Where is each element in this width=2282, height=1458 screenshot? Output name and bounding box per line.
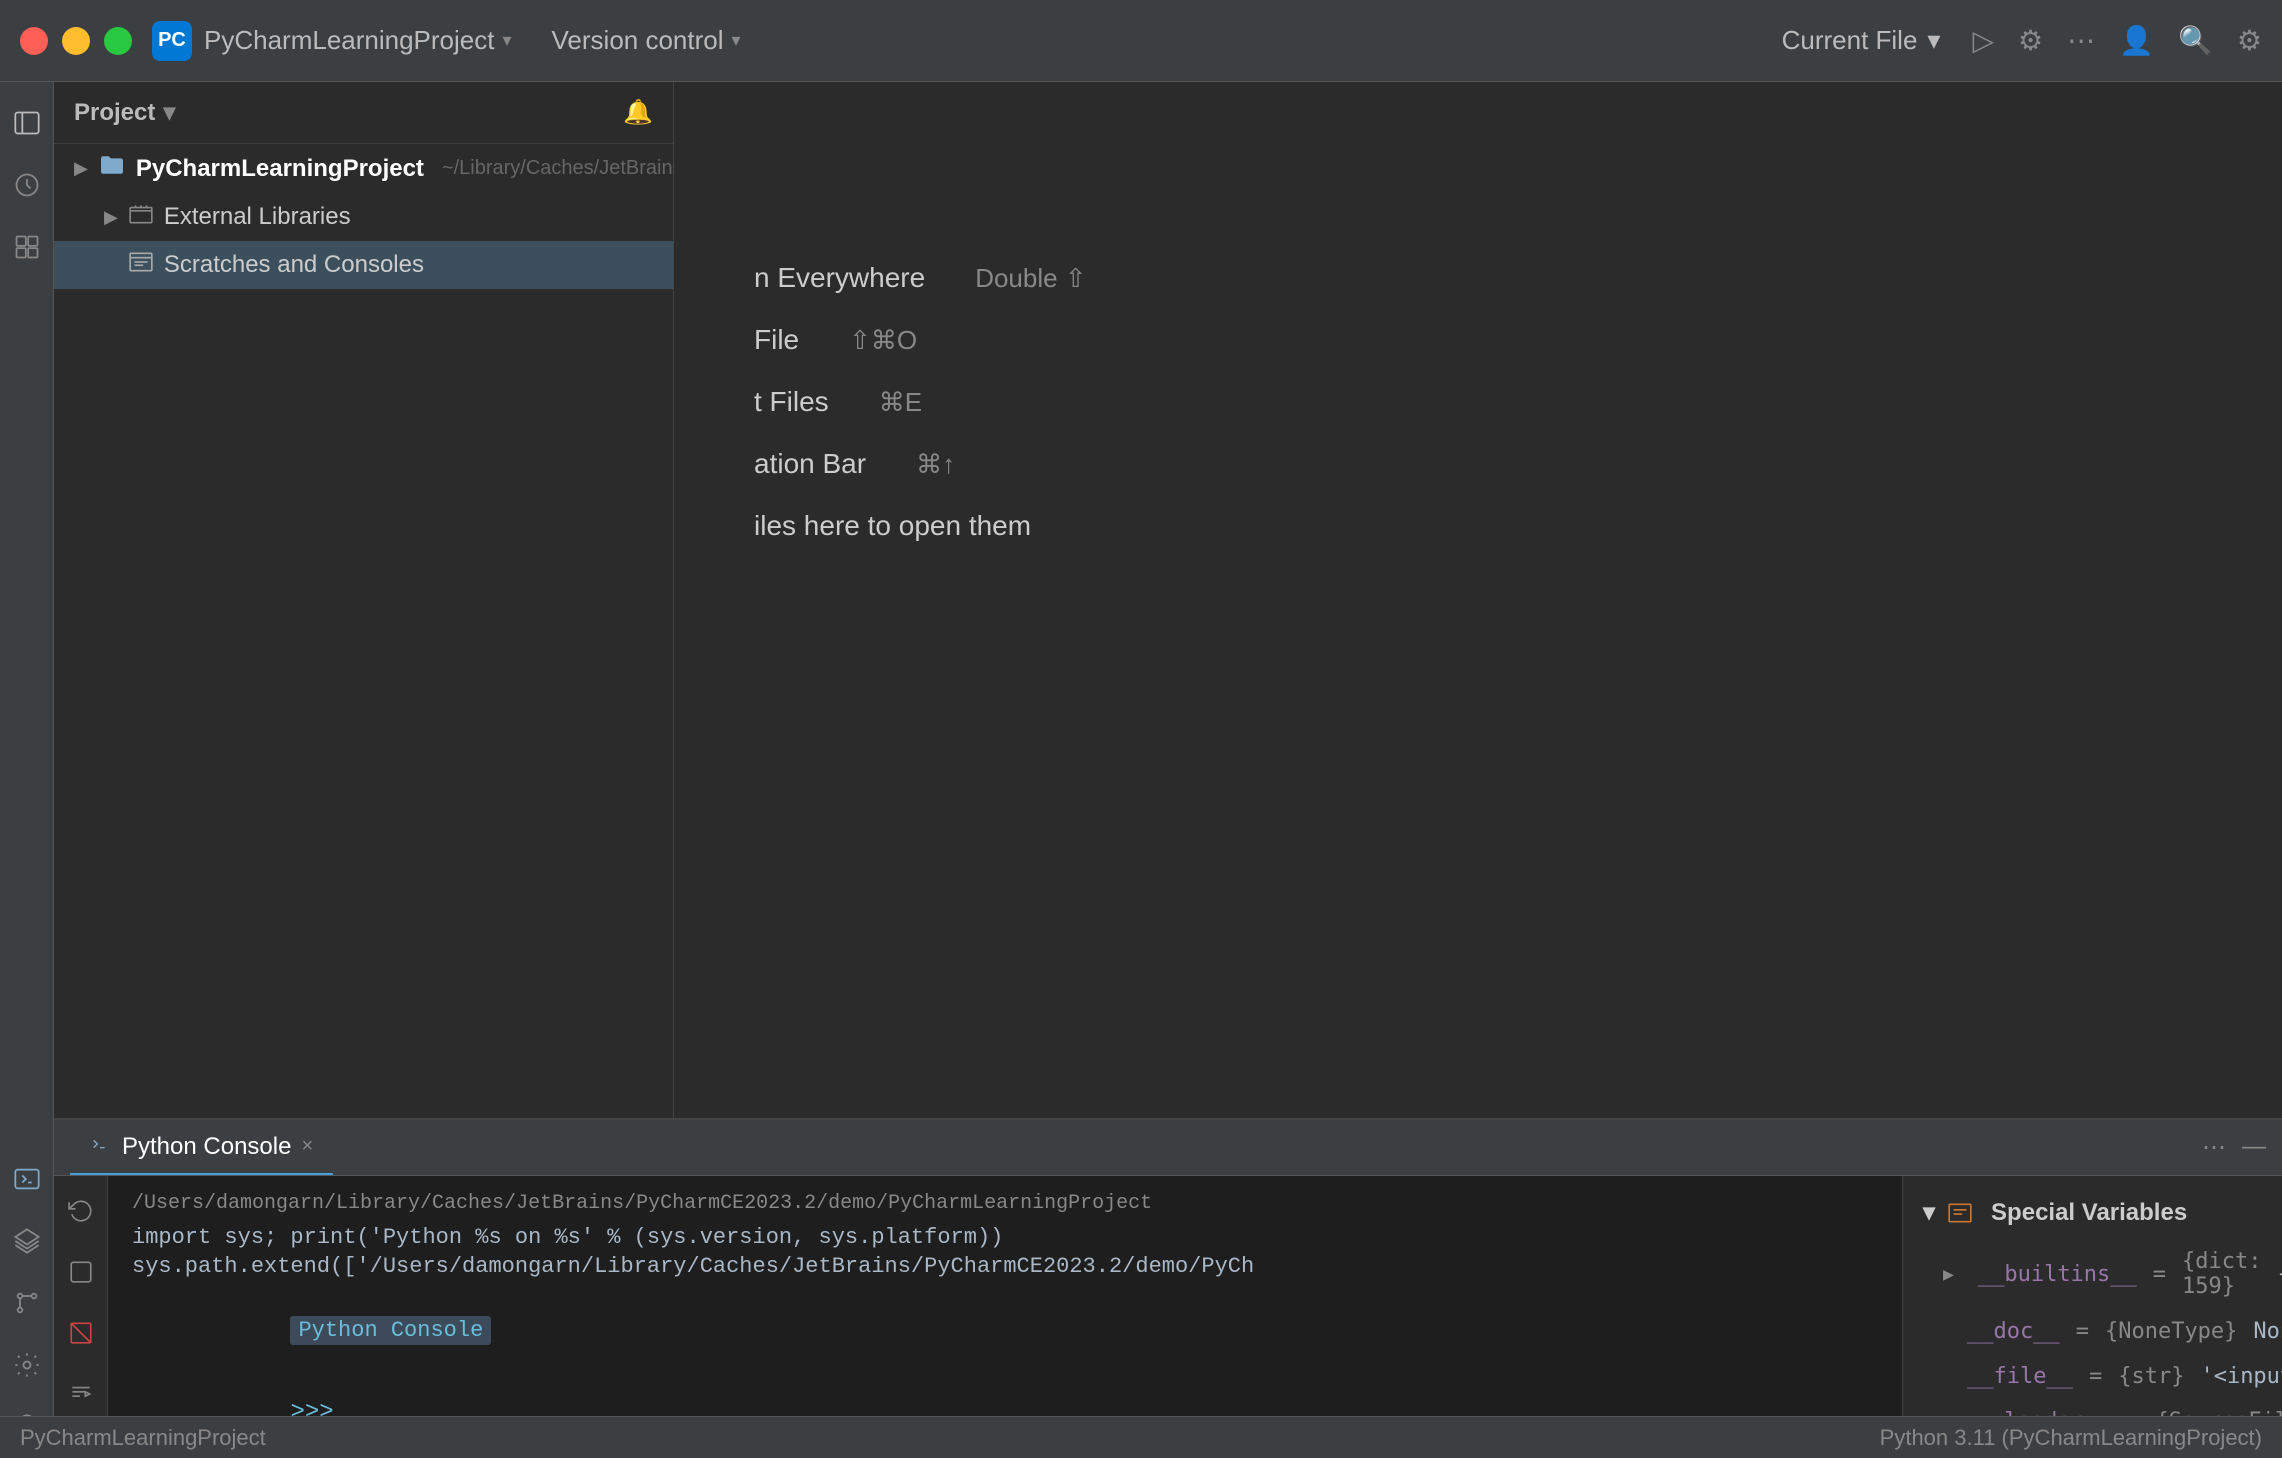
editor-area: n Everywhere Double ⇧ File ⇧⌘O t Files ⌘…	[674, 82, 2282, 1118]
tree-item-project[interactable]: ▶ PyCharmLearningProject ~/Library/Cache…	[54, 144, 673, 193]
welcome-action-3: ation Bar	[754, 448, 866, 480]
activity-settings-icon[interactable]	[6, 1344, 48, 1386]
folder-icon	[98, 154, 126, 183]
console-path: /Users/damongarn/Library/Caches/JetBrain…	[132, 1192, 1878, 1215]
account-icon[interactable]: 👤	[2119, 24, 2154, 57]
welcome-action-2: t Files	[754, 386, 829, 418]
status-python-version: Python 3.11 (PyCharmLearningProject)	[1880, 1425, 2262, 1451]
bottom-panel: Python Console × ⋯ —	[54, 1118, 2282, 1458]
var-item-builtins[interactable]: ▶ __builtins__ = {dict: 159} {'Arithmet.…	[1903, 1239, 2282, 1309]
activity-layers-icon[interactable]	[6, 1220, 48, 1262]
var-item-doc: __doc__ = {NoneType} None	[1903, 1309, 2282, 1354]
sidebar-chevron-icon[interactable]: ▾	[163, 98, 175, 127]
editor-welcome: n Everywhere Double ⇧ File ⇧⌘O t Files ⌘…	[674, 202, 2282, 602]
tree-item-external-libraries[interactable]: ▶ External Libraries	[54, 193, 673, 241]
activity-project-icon[interactable]	[6, 102, 48, 144]
panel-tabs: Python Console × ⋯ —	[54, 1120, 2282, 1176]
current-file-button[interactable]: Current File ▾	[1770, 19, 1953, 62]
builtins-expand-icon: ▶	[1943, 1264, 1954, 1285]
welcome-action-0: n Everywhere	[754, 262, 925, 294]
debug-icon[interactable]: ⚙	[2018, 24, 2043, 57]
ext-lib-label: External Libraries	[164, 203, 351, 231]
content-area: Project ▾ 🔔 ▶ PyCharmLearningProject ~/L…	[54, 82, 2282, 1458]
version-control-button[interactable]: Version control	[552, 25, 724, 56]
welcome-item-1: File ⇧⌘O	[754, 324, 2202, 356]
welcome-shortcut-1: ⇧⌘O	[849, 325, 917, 356]
welcome-shortcut-2: ⌘E	[879, 387, 922, 418]
settings-icon[interactable]: ⚙	[2237, 24, 2262, 57]
status-project-name: PyCharmLearningProject	[20, 1425, 266, 1451]
activity-console-icon[interactable]	[6, 1158, 48, 1200]
tab-python-console[interactable]: Python Console ×	[70, 1120, 333, 1175]
project-dropdown-chevron-icon[interactable]: ▾	[502, 30, 511, 51]
version-control-chevron-icon[interactable]: ▾	[732, 30, 741, 51]
project-name[interactable]: PyCharmLearningProject	[204, 25, 494, 56]
console-tab-icon	[90, 1133, 112, 1161]
console-rerun-icon[interactable]	[62, 1192, 100, 1237]
run-icon[interactable]: ▷	[1972, 24, 1994, 57]
scratches-icon	[128, 251, 154, 279]
console-line-2: sys.path.extend(['/Users/damongarn/Libra…	[132, 1254, 1878, 1279]
ext-lib-icon	[128, 203, 154, 231]
app-icon: PC	[152, 21, 192, 61]
project-root-label: PyCharmLearningProject	[136, 155, 424, 183]
welcome-action-4: iles here to open them	[754, 510, 1031, 542]
special-vars-expand-icon: ▾	[1923, 1198, 1935, 1227]
activity-bar	[0, 82, 54, 1458]
sidebar-title: Project	[74, 99, 155, 127]
special-variables-title: Special Variables	[1991, 1199, 2187, 1227]
panel-tab-actions: ⋯ —	[2202, 1133, 2266, 1162]
scratches-label: Scratches and Consoles	[164, 251, 424, 279]
notification-bell-icon[interactable]: 🔔	[623, 98, 653, 127]
panel-minimize-icon[interactable]: —	[2242, 1133, 2266, 1162]
welcome-action-1: File	[754, 324, 799, 356]
current-file-label: Current File	[1782, 25, 1918, 56]
console-label-line: Python Console	[132, 1291, 1878, 1370]
maximize-button[interactable]	[104, 27, 132, 55]
var-item-file: __file__ = {str} '<input>'	[1903, 1354, 2282, 1399]
welcome-item-3: ation Bar ⌘↑	[754, 448, 2202, 480]
special-variables-header[interactable]: ▾ Special Variables	[1903, 1186, 2282, 1239]
expand-project-icon: ▶	[74, 158, 88, 179]
sidebar-header: Project ▾	[54, 82, 673, 144]
welcome-shortcut-0: Double ⇧	[975, 263, 1086, 294]
sidebar: Project ▾ 🔔 ▶ PyCharmLearningProject ~/L…	[54, 82, 674, 1118]
welcome-item-4: iles here to open them	[754, 510, 2202, 542]
current-file-chevron-icon: ▾	[1927, 25, 1940, 56]
panel-more-icon[interactable]: ⋯	[2202, 1133, 2226, 1162]
activity-learn-icon[interactable]	[6, 164, 48, 206]
console-python-label: Python Console	[290, 1316, 491, 1345]
welcome-item-0: n Everywhere Double ⇧	[754, 262, 2202, 294]
console-clear-icon[interactable]	[62, 1314, 100, 1359]
console-line-1: import sys; print('Python %s on %s' % (s…	[132, 1225, 1878, 1250]
traffic-lights	[20, 27, 132, 55]
search-icon[interactable]: 🔍	[2178, 24, 2213, 57]
titlebar: PC PyCharmLearningProject ▾ Version cont…	[0, 0, 2282, 82]
builtins-name: __builtins__	[1978, 1262, 2137, 1287]
titlebar-actions: ▷ ⚙ ⋯ 👤 🔍 ⚙	[1972, 24, 2262, 57]
tree-item-scratches[interactable]: ▶ Scratches and Consoles	[54, 241, 673, 289]
console-stop-icon[interactable]	[62, 1253, 100, 1298]
close-button[interactable]	[20, 27, 48, 55]
minimize-button[interactable]	[62, 27, 90, 55]
console-tab-close-icon[interactable]: ×	[301, 1135, 313, 1158]
console-tab-label: Python Console	[122, 1133, 291, 1161]
top-section: Project ▾ 🔔 ▶ PyCharmLearningProject ~/L…	[54, 82, 2282, 1118]
welcome-shortcut-3: ⌘↑	[916, 449, 955, 480]
console-soft-wrap-icon[interactable]	[62, 1375, 100, 1420]
welcome-item-2: t Files ⌘E	[754, 386, 2202, 418]
expand-ext-lib-icon: ▶	[104, 207, 118, 228]
activity-plugins-icon[interactable]	[6, 226, 48, 268]
more-options-icon[interactable]: ⋯	[2067, 24, 2095, 57]
activity-git-icon[interactable]	[6, 1282, 48, 1324]
status-bar: PyCharmLearningProject Python 3.11 (PyCh…	[0, 1416, 2282, 1458]
main-layout: Project ▾ 🔔 ▶ PyCharmLearningProject ~/L…	[0, 82, 2282, 1458]
